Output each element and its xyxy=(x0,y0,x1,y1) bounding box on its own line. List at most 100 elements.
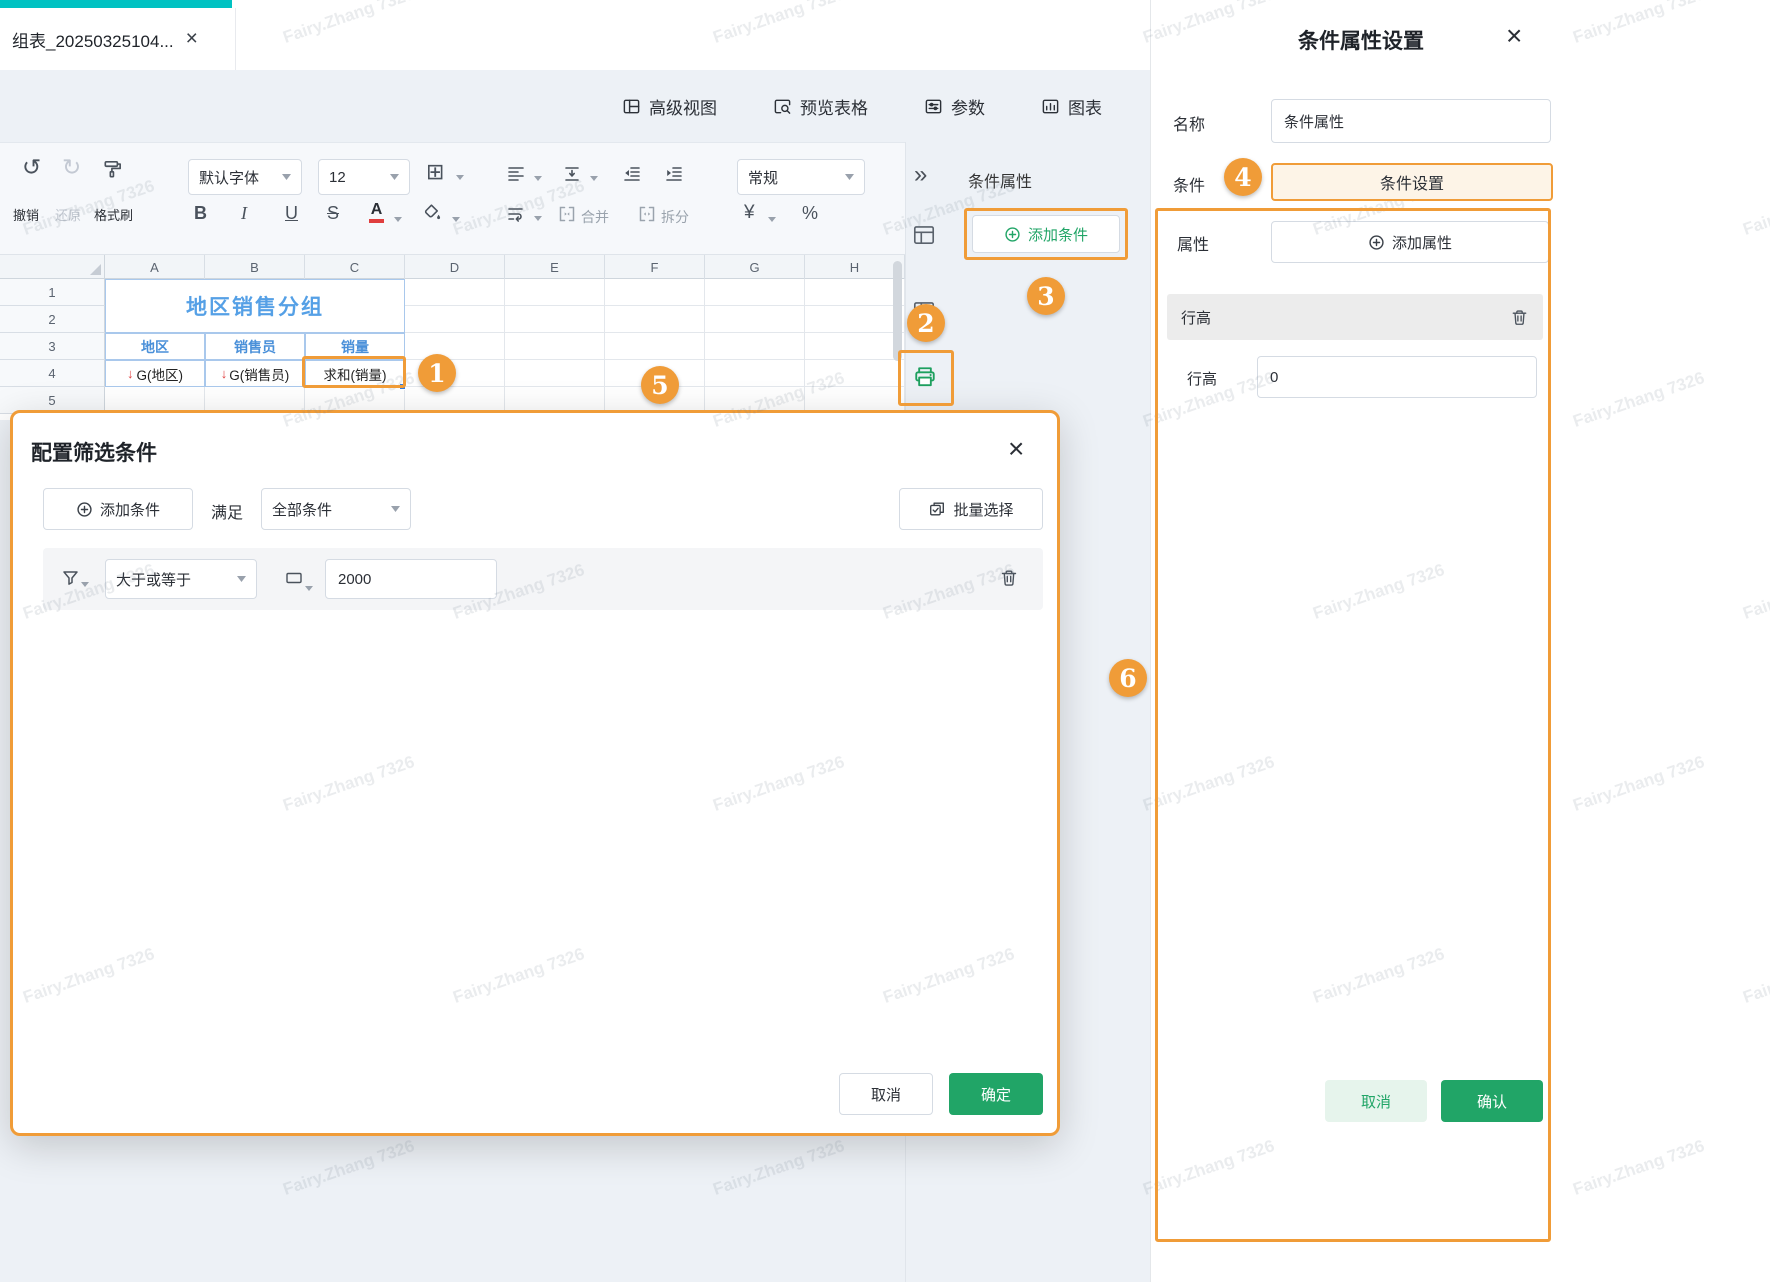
add-condition-panel-button[interactable]: 添加条件 xyxy=(972,215,1120,253)
column-header-a[interactable]: A xyxy=(105,255,205,279)
column-header-e[interactable]: E xyxy=(505,255,605,279)
fill-color-icon[interactable] xyxy=(422,202,443,223)
select-all-corner[interactable] xyxy=(0,255,105,279)
chevron-down-icon[interactable] xyxy=(768,217,776,222)
chevron-down-icon[interactable] xyxy=(534,176,542,181)
wrap-text-icon[interactable] xyxy=(506,205,526,223)
column-header-h[interactable]: H xyxy=(805,255,905,279)
cell-b3[interactable]: 销售员 xyxy=(205,333,305,360)
panel-confirm-button[interactable]: 确认 xyxy=(1441,1080,1543,1122)
font-color-button[interactable]: A xyxy=(369,201,384,223)
cell-c3[interactable]: 销量 xyxy=(305,333,405,360)
chevron-down-icon[interactable] xyxy=(305,586,313,591)
advanced-view-icon xyxy=(622,97,641,116)
add-condition-panel-label: 添加条件 xyxy=(1027,226,1088,244)
column-headers: A B C D E F G H xyxy=(105,255,905,279)
chevron-down-icon xyxy=(81,582,89,587)
row-height-label: 行高 xyxy=(1187,371,1218,388)
font-family-select[interactable]: 默认字体 xyxy=(188,159,302,195)
chart-button[interactable]: 图表 xyxy=(1041,94,1102,119)
row-headers: 1 2 3 4 5 xyxy=(0,279,105,420)
font-color-bar xyxy=(369,219,384,223)
condition-setting-label: 条件设置 xyxy=(1379,176,1444,193)
settings-close-icon[interactable]: × xyxy=(1506,22,1522,50)
batch-select-button[interactable]: 批量选择 xyxy=(899,488,1043,530)
row-header-4[interactable]: 4 xyxy=(0,360,105,387)
params-button[interactable]: 参数 xyxy=(924,94,985,119)
cell-b4[interactable]: ↓ G(销售员) xyxy=(205,360,305,387)
vertical-scrollbar[interactable] xyxy=(893,261,902,361)
undo-icon[interactable]: ↺ xyxy=(22,156,41,179)
row-header-3[interactable]: 3 xyxy=(0,333,105,360)
fill-handle[interactable] xyxy=(399,383,406,390)
collapse-panel-icon[interactable]: » xyxy=(914,163,927,187)
modal-title: 配置筛选条件 xyxy=(31,442,157,465)
modal-cancel-button[interactable]: 取消 xyxy=(839,1073,933,1115)
panel-cancel-button[interactable]: 取消 xyxy=(1325,1080,1427,1122)
tab-close-icon[interactable]: × xyxy=(186,27,198,51)
undo-label[interactable]: 撤销 xyxy=(13,205,39,224)
format-painter-label[interactable]: 格式刷 xyxy=(94,205,133,224)
percent-format-button[interactable]: % xyxy=(802,204,818,222)
preview-table-button[interactable]: 预览表格 xyxy=(773,94,868,119)
top-action-bar: 高级视图 预览表格 参数 图表 xyxy=(0,70,1150,142)
number-format-select[interactable]: 常规 xyxy=(737,159,865,195)
currency-format-button[interactable]: ¥ xyxy=(744,203,755,222)
header-salesperson: 销售员 xyxy=(234,338,276,355)
filter-icon[interactable] xyxy=(61,568,81,588)
cell-attributes-icon[interactable] xyxy=(911,222,937,248)
strikethrough-button[interactable]: S xyxy=(327,204,339,222)
trash-icon[interactable] xyxy=(1510,308,1529,327)
modal-close-icon[interactable]: × xyxy=(1008,435,1024,463)
borders-icon[interactable]: ⊞ xyxy=(426,161,444,183)
operator-select[interactable]: 大于或等于 xyxy=(105,559,257,599)
cell-a3[interactable]: 地区 xyxy=(105,333,205,360)
column-header-b[interactable]: B xyxy=(205,255,305,279)
condition-setting-button[interactable]: 条件设置 xyxy=(1271,163,1553,201)
chevron-down-icon[interactable] xyxy=(534,216,542,221)
row-height-input[interactable] xyxy=(1257,356,1537,398)
cell-c4-selected[interactable]: 求和(销量) xyxy=(305,360,405,387)
indent-decrease-icon[interactable] xyxy=(622,165,642,183)
chevron-down-icon xyxy=(390,174,399,180)
format-painter-icon[interactable] xyxy=(102,158,124,180)
cell-title-merged[interactable]: 地区销售分组 xyxy=(105,279,405,333)
trash-icon[interactable] xyxy=(999,568,1019,588)
annotation-badge-3: 3 xyxy=(1027,277,1065,315)
column-header-d[interactable]: D xyxy=(405,255,505,279)
column-header-g[interactable]: G xyxy=(705,255,805,279)
document-tab[interactable]: 组表_20250325104... × xyxy=(0,8,236,70)
indent-increase-icon[interactable] xyxy=(664,165,684,183)
attribute-row[interactable]: 行高 xyxy=(1167,294,1543,340)
row-header-2[interactable]: 2 xyxy=(0,306,105,333)
modal-confirm-button[interactable]: 确定 xyxy=(949,1073,1043,1115)
chevron-down-icon[interactable] xyxy=(452,217,460,222)
match-mode-select[interactable]: 全部条件 xyxy=(261,488,411,530)
modal-add-condition-button[interactable]: 添加条件 xyxy=(43,488,193,530)
header-sales: 销量 xyxy=(341,338,369,355)
underline-button[interactable]: U xyxy=(285,204,298,222)
italic-button[interactable]: I xyxy=(241,204,247,222)
bold-button[interactable]: B xyxy=(194,204,207,222)
cell-a4[interactable]: ↓ G(地区) xyxy=(105,360,205,387)
align-horizontal-icon[interactable] xyxy=(506,165,526,183)
chevron-down-icon[interactable] xyxy=(456,175,464,180)
font-size-select[interactable]: 12 xyxy=(318,159,410,195)
column-header-c[interactable]: C xyxy=(305,255,405,279)
chevron-down-icon[interactable] xyxy=(590,176,598,181)
value-type-icon[interactable] xyxy=(285,570,303,586)
chart-label: 图表 xyxy=(1068,98,1102,118)
name-label: 名称 xyxy=(1173,117,1206,134)
align-vertical-icon[interactable] xyxy=(562,165,582,183)
condition-value-input[interactable] xyxy=(325,559,497,599)
corner-triangle-icon xyxy=(90,264,101,275)
advanced-view-button[interactable]: 高级视图 xyxy=(622,94,717,119)
row-header-1[interactable]: 1 xyxy=(0,279,105,306)
column-header-f[interactable]: F xyxy=(605,255,705,279)
condition-name-input[interactable] xyxy=(1271,99,1551,143)
chevron-down-icon[interactable] xyxy=(394,217,402,222)
redo-icon[interactable]: ↻ xyxy=(62,156,81,179)
operator-value: 大于或等于 xyxy=(116,571,192,589)
add-attribute-button[interactable]: 添加属性 xyxy=(1271,221,1549,263)
condition-attributes-icon[interactable] xyxy=(911,363,939,391)
